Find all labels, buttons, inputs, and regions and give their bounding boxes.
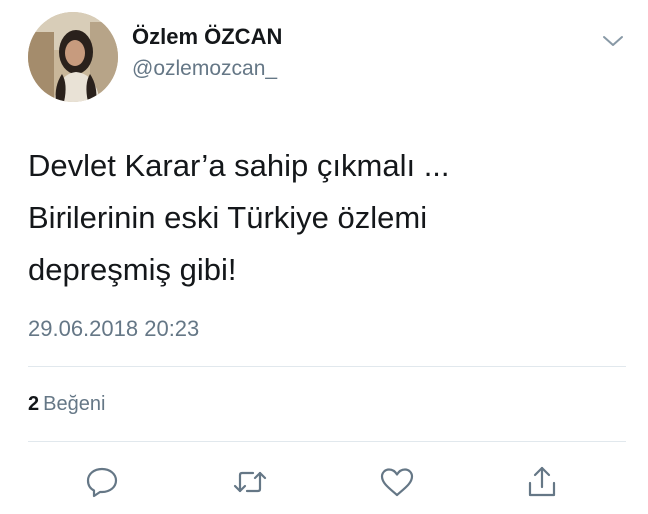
divider — [28, 366, 626, 367]
tweet-text-line: Devlet Karar’a sahip çıkmalı ... — [28, 148, 450, 183]
tweet-text: Devlet Karar’a sahip çıkmalı ... Biriler… — [28, 140, 628, 296]
heart-icon — [380, 468, 414, 497]
divider — [28, 441, 626, 442]
avatar[interactable] — [28, 12, 118, 102]
chevron-down-icon[interactable] — [598, 30, 628, 52]
retweet-icon — [233, 471, 267, 493]
share-icon — [528, 466, 556, 497]
like-label: Beğeni — [43, 393, 106, 415]
author-name[interactable]: Özlem ÖZCAN — [132, 24, 282, 50]
retweet-button[interactable] — [230, 462, 270, 502]
reply-icon — [86, 467, 118, 498]
author-handle[interactable]: @ozlemozcan_ — [132, 57, 277, 81]
share-button[interactable] — [522, 462, 562, 502]
tweet-text-line: depreşmiş gibi! — [28, 252, 237, 287]
tweet-timestamp[interactable]: 29.06.2018 20:23 — [28, 316, 199, 342]
like-button[interactable] — [377, 462, 417, 502]
avatar-photo — [28, 12, 118, 102]
tweet-text-line: Birilerinin eski Türkiye özlemi — [28, 200, 428, 235]
reply-button[interactable] — [82, 462, 122, 502]
like-count: 2 — [28, 393, 40, 415]
like-stats[interactable]: 2 Beğeni — [28, 393, 105, 416]
